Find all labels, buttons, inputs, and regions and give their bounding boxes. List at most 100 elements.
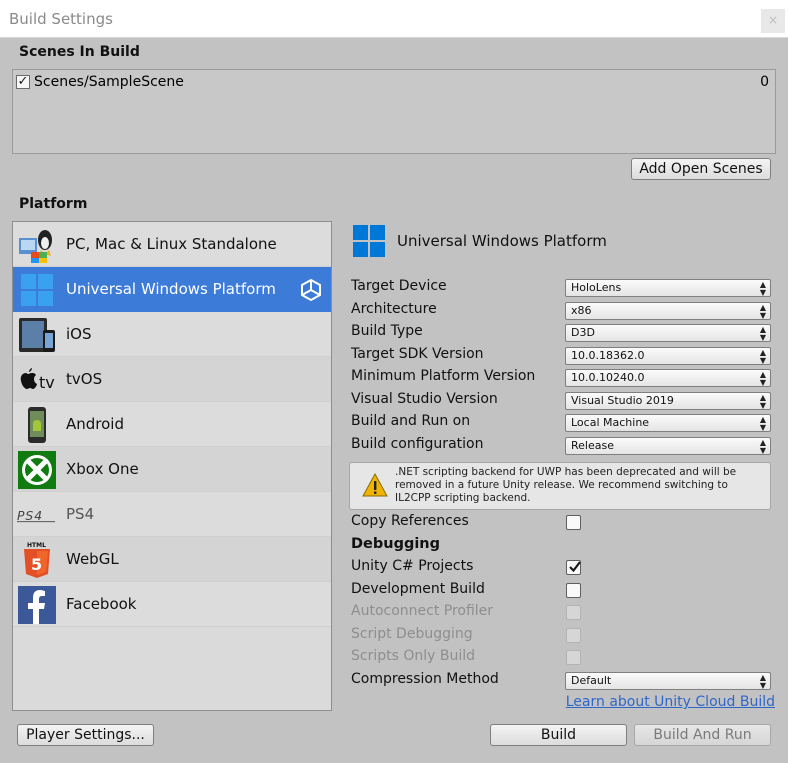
windows-logo-icon — [17, 271, 57, 309]
platform-label: iOS — [66, 325, 92, 343]
dropdown-arrows-icon: ▲ ▼ — [759, 325, 766, 342]
target-sdk-dropdown[interactable]: 10.0.18362.0 ▲ ▼ — [565, 347, 771, 365]
dropdown-value: 10.0.10240.0 — [571, 371, 645, 384]
min-platform-version-dropdown[interactable]: 10.0.10240.0 ▲ ▼ — [565, 369, 771, 387]
platform-label: Universal Windows Platform — [66, 280, 276, 298]
build-and-run-on-label: Build and Run on — [351, 413, 471, 429]
platform-label: tvOS — [66, 370, 103, 388]
min-platform-version-label: Minimum Platform Version — [351, 368, 536, 384]
dropdown-value: D3D — [571, 326, 595, 339]
platform-item-uwp[interactable]: Universal Windows Platform — [13, 267, 331, 312]
ps4-logo-icon: PS4 — [17, 496, 57, 534]
platform-item-xbox-one[interactable]: Xbox One — [13, 447, 331, 492]
dropdown-arrows-icon: ▲ ▼ — [759, 438, 766, 455]
dropdown-arrows-icon: ▲ ▼ — [759, 393, 766, 410]
unity-logo-icon — [299, 278, 323, 302]
xbox-logo-icon — [17, 451, 57, 489]
dropdown-arrows-icon: ▲ ▼ — [759, 280, 766, 297]
script-debugging-checkbox[interactable] — [566, 628, 581, 643]
dropdown-value: x86 — [571, 304, 592, 317]
platform-item-android[interactable]: Android — [13, 402, 331, 447]
build-configuration-dropdown[interactable]: Release ▲ ▼ — [565, 437, 771, 455]
platform-item-standalone[interactable]: PC, Mac & Linux Standalone — [13, 222, 331, 267]
apple-tv-icon: tv — [17, 361, 57, 399]
dropdown-value: Local Machine — [571, 416, 650, 429]
scenes-list[interactable]: ✓ Scenes/SampleScene 0 — [12, 69, 776, 154]
platform-item-tvos[interactable]: tv tvOS — [13, 357, 331, 402]
build-and-run-on-dropdown[interactable]: Local Machine ▲ ▼ — [565, 414, 771, 432]
platform-label: Xbox One — [66, 460, 139, 478]
warning-icon — [362, 472, 388, 498]
autoconnect-profiler-label: Autoconnect Profiler — [351, 603, 494, 619]
svg-text:HTML: HTML — [27, 542, 46, 549]
build-and-run-button[interactable]: Build And Run — [634, 724, 771, 746]
visual-studio-version-dropdown[interactable]: Visual Studio 2019 ▲ ▼ — [565, 392, 771, 410]
checkmark-icon — [569, 561, 581, 573]
platform-settings-panel: Universal Windows Platform Target Device… — [342, 221, 782, 711]
development-build-label: Development Build — [351, 581, 485, 597]
deprecation-warning: .NET scripting backend for UWP has been … — [349, 462, 771, 510]
unity-csharp-projects-label: Unity C# Projects — [351, 558, 474, 574]
android-phone-icon — [17, 406, 57, 444]
unity-cloud-build-link[interactable]: Learn about Unity Cloud Build — [566, 694, 775, 710]
svg-text:PS4: PS4 — [17, 509, 43, 523]
platform-item-facebook[interactable]: Facebook — [13, 582, 331, 627]
selected-platform-title: Universal Windows Platform — [397, 232, 607, 250]
platform-label: Android — [66, 415, 124, 433]
target-sdk-label: Target SDK Version — [351, 346, 484, 362]
scripts-only-build-label: Scripts Only Build — [351, 648, 476, 664]
dropdown-value: Release — [571, 439, 614, 452]
warning-text: .NET scripting backend for UWP has been … — [395, 466, 737, 504]
compression-method-dropdown[interactable]: Default ▲ ▼ — [565, 672, 771, 690]
player-settings-button[interactable]: Player Settings... — [17, 724, 154, 746]
window-titlebar: Build Settings × — [0, 0, 788, 38]
dropdown-value: Default — [571, 674, 612, 687]
dropdown-arrows-icon: ▲ ▼ — [759, 415, 766, 432]
window-title: Build Settings — [9, 10, 113, 28]
close-button[interactable]: × — [761, 9, 785, 33]
close-icon: × — [767, 13, 779, 27]
copy-references-label: Copy References — [351, 513, 469, 529]
copy-references-checkbox[interactable] — [566, 515, 581, 530]
target-device-label: Target Device — [351, 278, 447, 294]
debugging-heading: Debugging — [351, 536, 441, 552]
platform-label: PC, Mac & Linux Standalone — [66, 235, 277, 253]
build-button[interactable]: Build — [490, 724, 627, 746]
architecture-label: Architecture — [351, 301, 437, 317]
platform-item-ios[interactable]: iOS — [13, 312, 331, 357]
build-type-label: Build Type — [351, 323, 423, 339]
platform-heading: Platform — [19, 196, 88, 212]
platform-label: Facebook — [66, 595, 137, 613]
dropdown-value: HoloLens — [571, 281, 622, 294]
pc-mac-linux-icon — [17, 226, 57, 264]
scene-name: Scenes/SampleScene — [34, 74, 184, 90]
platform-item-webgl[interactable]: HTML 5 WebGL — [13, 537, 331, 582]
scenes-in-build-heading: Scenes In Build — [19, 44, 140, 60]
facebook-logo-icon — [17, 586, 57, 624]
development-build-checkbox[interactable] — [566, 583, 581, 598]
scripts-only-build-checkbox[interactable] — [566, 650, 581, 665]
script-debugging-label: Script Debugging — [351, 626, 473, 642]
dropdown-arrows-icon: ▲ ▼ — [759, 303, 766, 320]
windows-logo-icon — [352, 224, 386, 258]
build-type-dropdown[interactable]: D3D ▲ ▼ — [565, 324, 771, 342]
platform-item-ps4[interactable]: PS4 PS4 — [13, 492, 331, 537]
dropdown-value: 10.0.18362.0 — [571, 349, 645, 362]
platform-list: PC, Mac & Linux Standalone Universal Win… — [12, 221, 332, 711]
platform-label: PS4 — [66, 505, 95, 523]
scene-row[interactable]: ✓ Scenes/SampleScene 0 — [16, 74, 769, 92]
add-open-scenes-button[interactable]: Add Open Scenes — [631, 158, 771, 180]
svg-text:5: 5 — [31, 555, 42, 574]
unity-csharp-projects-checkbox[interactable] — [566, 560, 581, 575]
build-configuration-label: Build configuration — [351, 436, 484, 452]
autoconnect-profiler-checkbox[interactable] — [566, 605, 581, 620]
scene-include-checkbox[interactable]: ✓ — [16, 75, 30, 89]
architecture-dropdown[interactable]: x86 ▲ ▼ — [565, 302, 771, 320]
scene-index: 0 — [760, 74, 769, 90]
dropdown-arrows-icon: ▲ ▼ — [759, 370, 766, 387]
dropdown-arrows-icon: ▲ ▼ — [759, 673, 766, 690]
target-device-dropdown[interactable]: HoloLens ▲ ▼ — [565, 279, 771, 297]
svg-text:tv: tv — [39, 373, 55, 392]
platform-label: WebGL — [66, 550, 119, 568]
ios-device-icon — [17, 316, 57, 354]
